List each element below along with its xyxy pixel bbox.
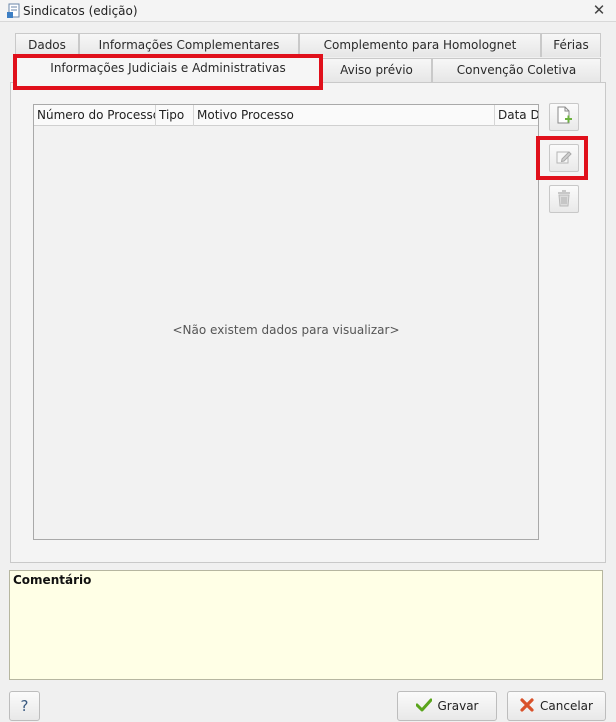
grid-empty-message: <Não existem dados para visualizar> — [172, 323, 400, 337]
window-title: Sindicatos (edição) — [23, 4, 138, 18]
close-icon[interactable]: ✕ — [590, 1, 608, 19]
app-document-icon — [6, 3, 22, 19]
edit-button-highlight — [536, 136, 588, 180]
column-data-decisao[interactable]: Data Decisão — [495, 105, 538, 126]
cancel-x-icon — [520, 697, 534, 715]
grid-header: Número do Processo Tipo Motivo Processo … — [34, 105, 538, 126]
comment-field[interactable]: Comentário — [9, 570, 603, 680]
cancel-button[interactable]: Cancelar — [507, 691, 606, 721]
window-titlebar: Sindicatos (edição) ✕ — [0, 0, 616, 22]
tab-aviso-previo[interactable]: Aviso prévio — [321, 58, 432, 82]
delete-record-button[interactable] — [549, 185, 579, 213]
save-button[interactable]: Gravar — [397, 691, 497, 721]
processes-grid[interactable]: Número do Processo Tipo Motivo Processo … — [33, 104, 539, 540]
tab-dados[interactable]: Dados — [15, 33, 79, 57]
tab-convencao-coletiva[interactable]: Convenção Coletiva — [432, 58, 601, 82]
add-record-button[interactable] — [549, 103, 579, 131]
tab-informacoes-judiciais[interactable]: Informações Judiciais e Administrativas — [13, 54, 323, 90]
comment-label: Comentário — [13, 573, 92, 587]
column-numero-processo[interactable]: Número do Processo — [34, 105, 156, 126]
cancel-button-label: Cancelar — [540, 699, 593, 713]
tab-ferias[interactable]: Férias — [541, 33, 601, 57]
column-motivo-processo[interactable]: Motivo Processo — [194, 105, 495, 126]
tab-complemento-homolognet[interactable]: Complemento para Homolognet — [299, 33, 541, 57]
save-button-label: Gravar — [437, 699, 479, 713]
help-button[interactable]: ? — [9, 691, 40, 721]
column-tipo[interactable]: Tipo — [156, 105, 194, 126]
tab-informacoes-complementares[interactable]: Informações Complementares — [79, 33, 299, 57]
trash-icon — [556, 189, 572, 210]
check-icon — [415, 698, 432, 715]
new-document-icon — [555, 106, 573, 129]
